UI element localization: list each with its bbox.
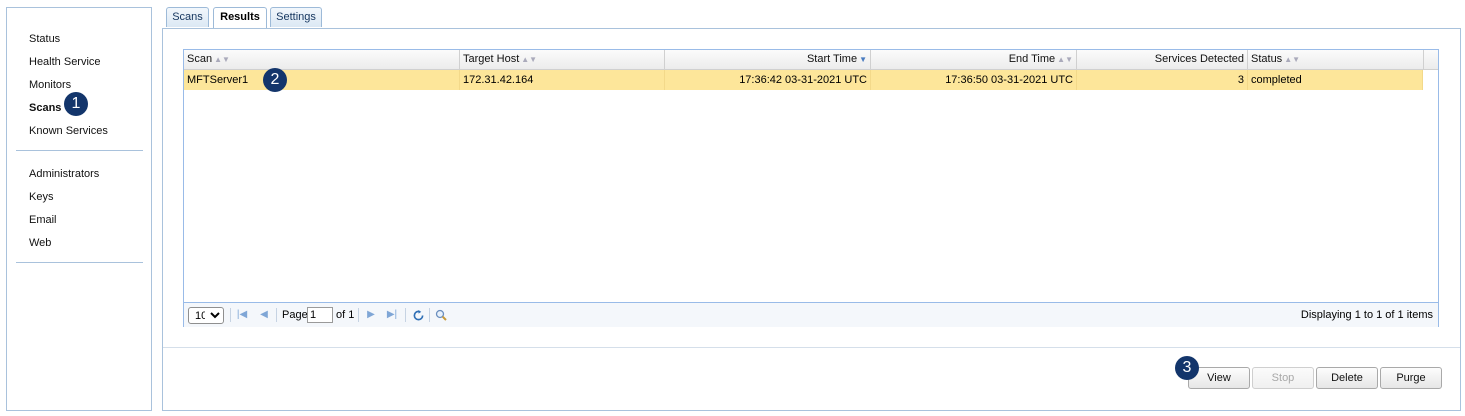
callout-badge-3: 3 [1175, 356, 1199, 380]
sidebar-item-monitors[interactable]: Monitors [29, 78, 71, 92]
column-header-start-time[interactable]: Start Time ▼ [665, 50, 871, 69]
tab-scans[interactable]: Scans [166, 7, 209, 27]
search-icon[interactable] [434, 303, 448, 327]
sidebar-item-web[interactable]: Web [29, 236, 51, 250]
sidebar-item-status[interactable]: Status [29, 32, 60, 46]
last-page-icon[interactable]: ▶| [385, 303, 399, 327]
cell-target-host: 172.31.42.164 [460, 70, 665, 90]
previous-page-icon[interactable]: ◀ [257, 303, 271, 327]
sidebar-item-health-service[interactable]: Health Service [29, 55, 101, 69]
table-row[interactable]: MFTServer1 172.31.42.164 17:36:42 03-31-… [184, 70, 1423, 90]
callout-badge-2: 2 [263, 68, 287, 92]
sidebar-item-known-services[interactable]: Known Services [29, 124, 108, 138]
cell-scan: MFTServer1 [184, 70, 460, 90]
results-panel: Scan ▲▼ Target Host ▲▼ Start Time ▼ End Tim… [162, 28, 1461, 411]
sort-icon: ▲▼ [1057, 55, 1073, 64]
sidebar-divider [16, 150, 143, 151]
sidebar-nav: Status Health Service Monitors Scans Kno… [6, 7, 152, 411]
pagination-summary: Displaying 1 to 1 of 1 items [1300, 309, 1433, 321]
sort-icon: ▲▼ [1284, 55, 1301, 64]
column-header-target-host[interactable]: Target Host ▲▼ [460, 50, 665, 69]
tab-results[interactable]: Results [213, 7, 267, 29]
sidebar-item-keys[interactable]: Keys [29, 190, 53, 204]
page-size-select[interactable]: 10 [188, 307, 224, 324]
cell-start-time: 17:36:42 03-31-2021 UTC [665, 70, 871, 90]
next-page-icon[interactable]: ▶ [364, 303, 378, 327]
toolbar-divider [163, 347, 1460, 348]
sort-icon: ▲▼ [214, 55, 230, 64]
sidebar-item-administrators[interactable]: Administrators [29, 167, 99, 181]
stop-button[interactable]: Stop [1252, 367, 1314, 389]
cell-status: completed [1248, 70, 1423, 90]
page-number-input[interactable] [307, 307, 333, 323]
toolbar-divider [230, 308, 231, 322]
tab-settings[interactable]: Settings [270, 7, 322, 27]
refresh-icon[interactable] [411, 303, 425, 327]
sort-icon: ▲▼ [521, 55, 538, 64]
column-header-status[interactable]: Status ▲▼ [1248, 50, 1424, 69]
grid-header: Scan ▲▼ Target Host ▲▼ Start Time ▼ End Tim… [184, 50, 1438, 70]
column-header-end-time[interactable]: End Time ▲▼ [871, 50, 1077, 69]
results-grid: Scan ▲▼ Target Host ▲▼ Start Time ▼ End Tim… [183, 49, 1439, 327]
sidebar-item-scans[interactable]: Scans [29, 101, 61, 115]
pagination-toolbar: 10 |◀ ◀ Page of 1 ▶ ▶| Displaying 1 to 1… [184, 302, 1438, 327]
page-count-label: of 1 [336, 309, 355, 321]
cell-end-time: 17:36:50 03-31-2021 UTC [871, 70, 1077, 90]
delete-button[interactable]: Delete [1316, 367, 1378, 389]
sidebar-item-email[interactable]: Email [29, 213, 57, 227]
callout-badge-1: 1 [64, 92, 88, 116]
toolbar-divider [276, 308, 277, 322]
first-page-icon[interactable]: |◀ [235, 303, 249, 327]
toolbar-divider [429, 308, 430, 322]
column-header-services-detected[interactable]: Services Detected [1077, 50, 1248, 69]
cell-services-detected: 3 [1077, 70, 1248, 90]
page-label: Page [282, 309, 308, 321]
purge-button[interactable]: Purge [1380, 367, 1442, 389]
column-header-scan[interactable]: Scan ▲▼ [184, 50, 460, 69]
toolbar-divider [358, 308, 359, 322]
sort-descending-icon: ▼ [859, 55, 867, 64]
toolbar-divider [405, 308, 406, 322]
sidebar-divider [16, 262, 143, 263]
